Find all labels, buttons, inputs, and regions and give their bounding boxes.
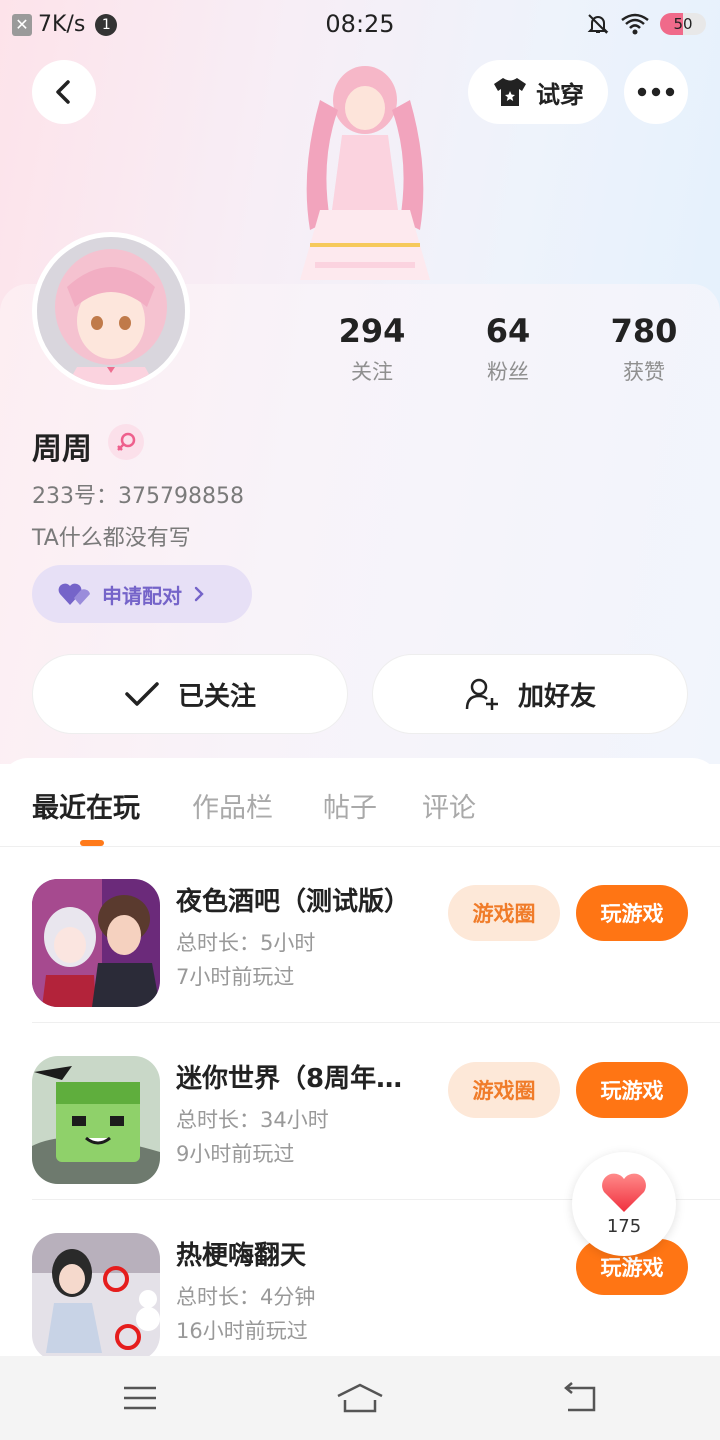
home-button[interactable]: [330, 1376, 390, 1420]
game-title: 迷你世界（8周年…: [176, 1064, 403, 1094]
home-icon: [337, 1383, 383, 1413]
mute-bell-icon: [587, 14, 609, 34]
chevron-right-icon: [194, 586, 204, 602]
heart-icon: [602, 1173, 646, 1212]
tab-recently-played[interactable]: 最近在玩: [32, 786, 140, 825]
stat-fans[interactable]: 64 粉丝: [443, 312, 573, 386]
heart-pair-icon: [58, 583, 90, 605]
game-last-played: 9小时前玩过: [176, 1142, 295, 1166]
stat-following-value: 294: [338, 312, 406, 350]
play-game-button[interactable]: 玩游戏: [576, 1062, 688, 1118]
game-circle-button[interactable]: 游戏圈: [448, 1062, 560, 1118]
game-duration: 总时长：34小时: [176, 1108, 329, 1132]
game-icon-hot-meme[interactable]: [32, 1233, 160, 1356]
system-nav-bar: [0, 1356, 720, 1440]
tab-works[interactable]: 作品栏: [192, 786, 273, 825]
menu-icon: [124, 1386, 156, 1410]
game-duration: 总时长：4分钟: [176, 1285, 316, 1309]
game-icon-mini-world[interactable]: [32, 1056, 160, 1184]
user-bio: TA什么都没有写: [32, 526, 191, 551]
avatar-3d-figure: [280, 60, 450, 290]
add-friend-button[interactable]: 加好友: [372, 654, 688, 734]
wifi-icon: [621, 13, 649, 35]
game-last-played: 7小时前玩过: [176, 965, 295, 989]
stat-fans-label: 粉丝: [487, 360, 529, 384]
chevron-left-icon: [56, 80, 70, 104]
try-on-label: 试穿: [536, 80, 584, 109]
add-user-icon: [465, 678, 498, 710]
back-nav-button[interactable]: [550, 1376, 610, 1420]
tshirt-icon: [494, 78, 526, 106]
stat-fans-value: 64: [485, 312, 531, 350]
game-title: 夜色酒吧（测试版）: [176, 887, 411, 917]
game-circle-button[interactable]: 游戏圈: [448, 885, 560, 941]
status-bar: ✕ 7K/s 1 08:25 50: [0, 0, 720, 52]
followed-label: 已关注: [177, 681, 256, 712]
play-game-button[interactable]: 玩游戏: [576, 885, 688, 941]
avatar[interactable]: [32, 232, 190, 390]
battery-indicator: 50: [660, 13, 706, 35]
add-friend-label: 加好友: [517, 681, 596, 712]
back-arrow-icon: [564, 1382, 596, 1412]
try-on-button[interactable]: 试穿: [468, 60, 608, 124]
more-dots-icon: [637, 87, 675, 97]
tab-posts[interactable]: 帖子: [323, 786, 377, 825]
stat-likes-label: 获赞: [623, 360, 665, 384]
stat-likes-value: 780: [610, 312, 678, 350]
request-match-button[interactable]: 申请配对: [32, 565, 252, 623]
like-count: 175: [606, 1215, 642, 1237]
stat-likes[interactable]: 780 获赞: [579, 312, 709, 386]
tab-comments[interactable]: 评论: [422, 786, 476, 825]
like-button[interactable]: 175: [572, 1152, 676, 1256]
user-name: 周周: [32, 432, 92, 467]
followed-button[interactable]: 已关注: [32, 654, 348, 734]
game-duration: 总时长：5小时: [176, 931, 316, 955]
checkmark-icon: [125, 682, 159, 706]
list-item[interactable]: 夜色酒吧（测试版） 总时长：5小时 7小时前玩过 游戏圈 玩游戏: [0, 847, 720, 1023]
back-button[interactable]: [32, 60, 96, 124]
stat-following-label: 关注: [351, 360, 393, 384]
request-match-label: 申请配对: [102, 583, 182, 608]
stat-following[interactable]: 294 关注: [307, 312, 437, 386]
female-gender-icon: [108, 424, 144, 460]
more-options-button[interactable]: [624, 60, 688, 124]
game-last-played: 16小时前玩过: [176, 1319, 308, 1343]
game-title: 热梗嗨翻天: [176, 1241, 307, 1271]
menu-button[interactable]: [110, 1376, 170, 1420]
game-icon-night-bar[interactable]: [32, 879, 160, 1007]
list-divider: [32, 1022, 720, 1023]
user-id: 233号：375798858: [32, 484, 244, 509]
